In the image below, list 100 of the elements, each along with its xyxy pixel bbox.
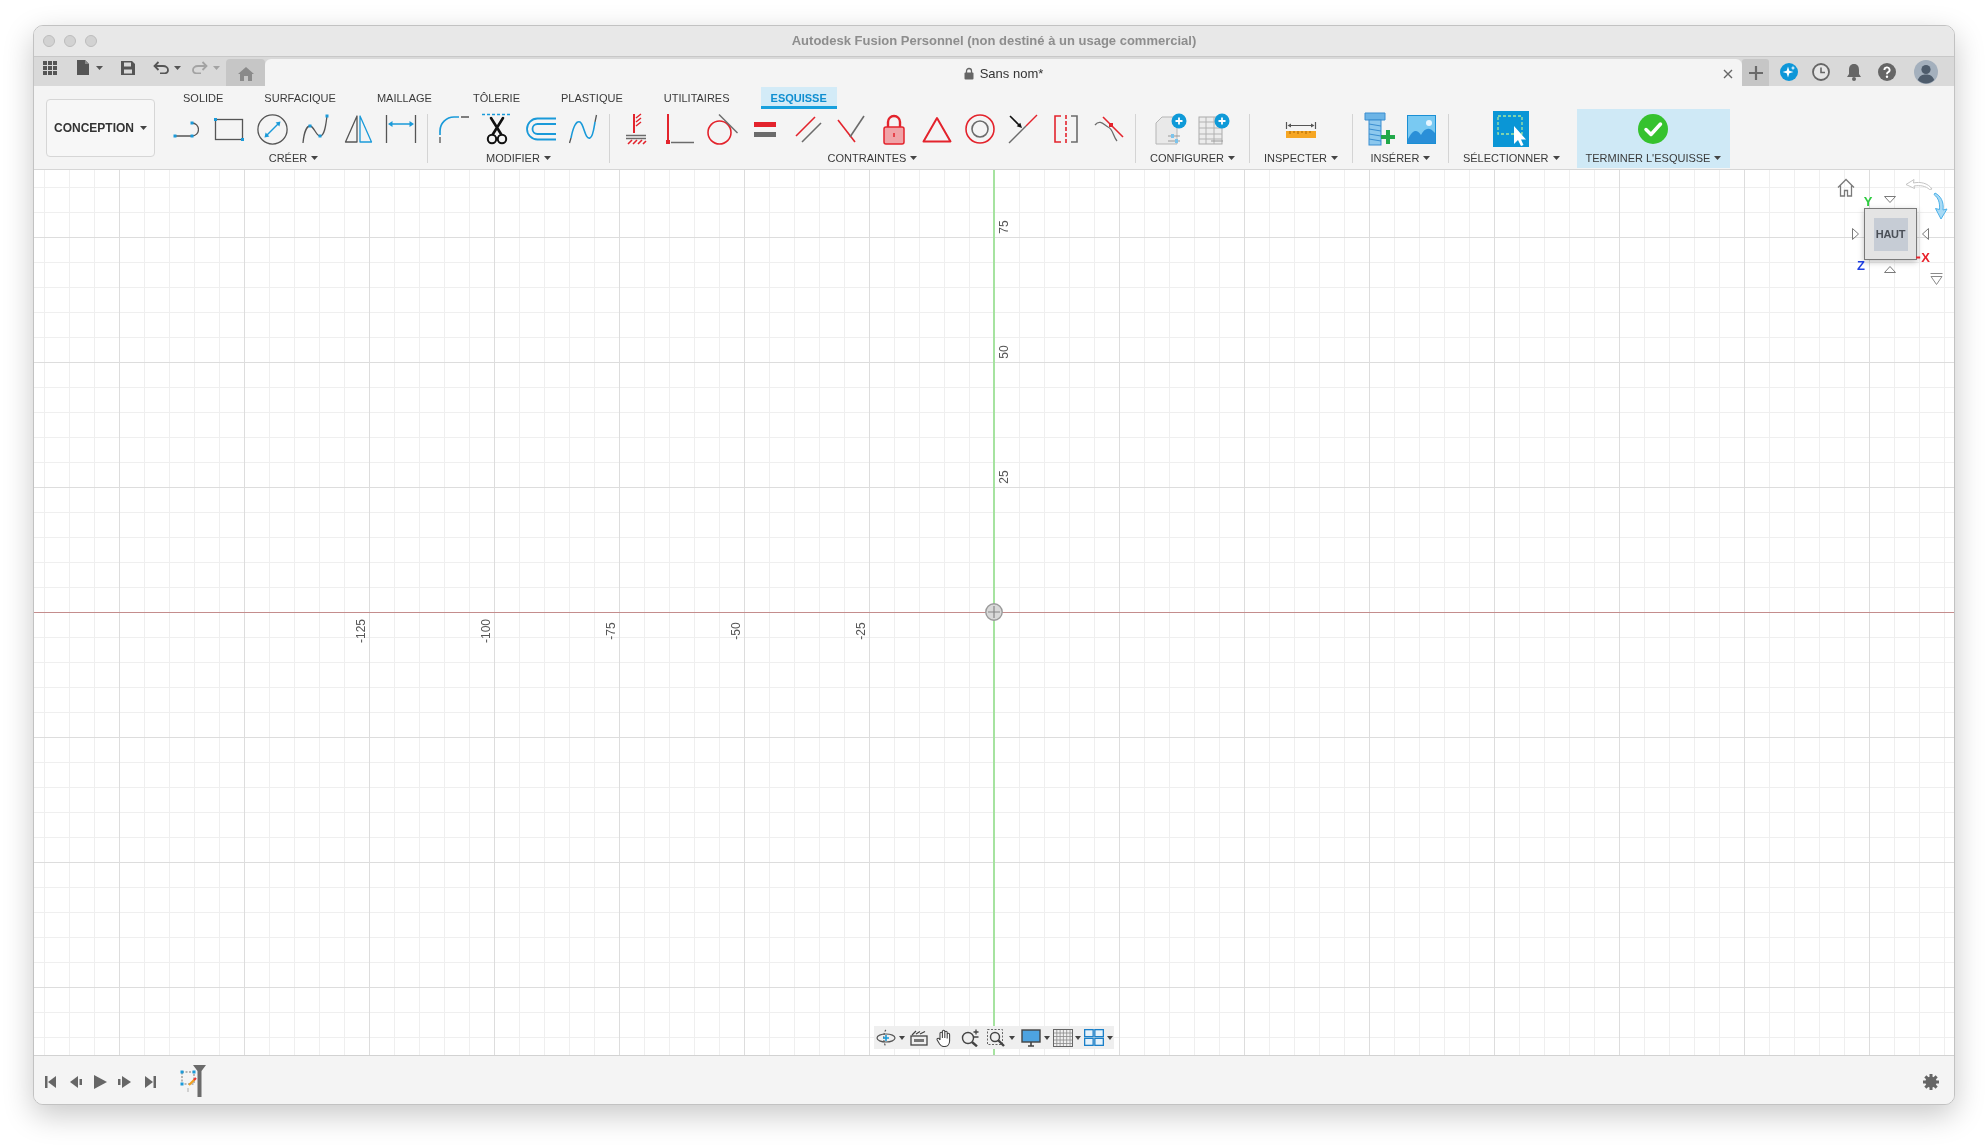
- caret-icon[interactable]: [1227, 156, 1235, 160]
- axis-tick-label: -75: [604, 622, 618, 640]
- look-at-icon[interactable]: [910, 1029, 928, 1046]
- dropdown-icon[interactable]: [1930, 273, 1943, 285]
- mirror-triangles-icon[interactable]: [343, 114, 373, 144]
- caret-icon[interactable]: [311, 156, 319, 160]
- play-icon[interactable]: [94, 1075, 107, 1089]
- ribbon-tab[interactable]: SOLIDE: [173, 87, 234, 109]
- hand-icon[interactable]: [936, 1028, 952, 1047]
- sparkle-badge-icon[interactable]: [1780, 63, 1798, 81]
- caret-icon[interactable]: [140, 126, 147, 130]
- caret-icon[interactable]: [1423, 156, 1431, 160]
- caret-icon[interactable]: [1075, 1035, 1081, 1040]
- view-cube[interactable]: HAUT: [1864, 208, 1917, 260]
- caret-icon[interactable]: [543, 156, 551, 160]
- perpendicular-lines-icon[interactable]: [837, 115, 865, 143]
- triangle-right-icon[interactable]: [1852, 228, 1859, 240]
- rectangle-icon[interactable]: [214, 117, 244, 141]
- ruler-icon[interactable]: [1284, 120, 1317, 138]
- step-back-icon[interactable]: [70, 1076, 82, 1088]
- caret-icon[interactable]: [1107, 1035, 1113, 1040]
- axis-tick-label: 75: [997, 220, 1011, 234]
- fillet-icon[interactable]: [438, 114, 470, 144]
- orbit-icon[interactable]: [876, 1028, 896, 1047]
- table-plus-badge-icon[interactable]: [1197, 113, 1230, 145]
- viewports-icon[interactable]: [1084, 1029, 1104, 1046]
- file-icon[interactable]: [77, 60, 89, 75]
- triangle-up-icon[interactable]: [1884, 266, 1896, 273]
- curve-cross-icon[interactable]: [1094, 116, 1124, 142]
- undo-icon[interactable]: [153, 61, 169, 74]
- right-angle-icon[interactable]: [664, 114, 694, 144]
- caret-icon[interactable]: [1044, 1035, 1050, 1040]
- caret-icon[interactable]: [1330, 156, 1338, 160]
- workspace-menu-button[interactable]: CONCEPTION: [46, 99, 155, 157]
- select-cursor-icon[interactable]: [1493, 111, 1530, 147]
- toolbar-menu-button[interactable]: CRÉER: [262, 151, 325, 165]
- save-icon[interactable]: [121, 60, 135, 75]
- toolbar-menu-button[interactable]: TERMINER L'ESQUISSE: [1579, 151, 1728, 165]
- triangle-down-icon[interactable]: [1884, 196, 1896, 203]
- arrow-to-line-icon[interactable]: [1008, 114, 1038, 144]
- home-icon[interactable]: [1837, 178, 1855, 197]
- caret-icon[interactable]: [1714, 156, 1722, 160]
- view-cube-face[interactable]: HAUT: [1873, 217, 1908, 251]
- ribbon-tab[interactable]: UTILITAIRES: [653, 87, 740, 109]
- caret-icon[interactable]: [910, 156, 918, 160]
- ribbon-tab[interactable]: MAILLAGE: [366, 87, 442, 109]
- toolbar-menu-button[interactable]: MODIFIER: [480, 151, 557, 165]
- circle-tangent-icon[interactable]: [706, 113, 738, 145]
- toolbar-menu-button[interactable]: CONTRAINTES: [821, 151, 924, 165]
- help-icon[interactable]: [1878, 63, 1896, 81]
- close-icon[interactable]: [1723, 69, 1733, 79]
- step-forward-icon[interactable]: [118, 1076, 131, 1088]
- triangle-left-icon[interactable]: [1922, 228, 1929, 240]
- clock-icon[interactable]: [1812, 63, 1830, 81]
- new-tab-button[interactable]: [1742, 59, 1769, 86]
- parallel-lines-icon[interactable]: [794, 115, 822, 143]
- bracket-dashed-line-icon[interactable]: [1053, 115, 1079, 143]
- finish-sketch-panel[interactable]: TERMINER L'ESQUISSE: [1576, 109, 1731, 168]
- skip-end-icon[interactable]: [145, 1076, 156, 1088]
- bell-icon[interactable]: [1846, 63, 1862, 81]
- wave-curve-icon[interactable]: [568, 114, 598, 144]
- ribbon-tab[interactable]: SURFACIQUE: [254, 87, 346, 109]
- bolt-plus-icon[interactable]: [1362, 112, 1396, 146]
- check-circle-icon[interactable]: [1638, 114, 1669, 144]
- zoom-window-icon[interactable]: [987, 1028, 1005, 1047]
- skip-start-icon[interactable]: [45, 1076, 56, 1088]
- image-icon[interactable]: [1407, 114, 1437, 144]
- monitor-icon[interactable]: [1021, 1028, 1041, 1047]
- sketch-feature-icon[interactable]: [180, 1070, 197, 1092]
- caret-icon[interactable]: [96, 65, 103, 70]
- timeline-marker-icon[interactable]: [193, 1065, 206, 1097]
- ribbon-tab[interactable]: PLASTIQUE: [551, 87, 633, 109]
- circle-diameter-icon[interactable]: [256, 113, 288, 145]
- spline-icon[interactable]: [301, 114, 329, 144]
- document-tab[interactable]: Sans nom*: [265, 59, 1742, 86]
- caret-icon[interactable]: [899, 1035, 905, 1040]
- concentric-circles-icon[interactable]: [965, 114, 995, 144]
- triangle-outline-icon[interactable]: [922, 115, 952, 143]
- lock-icon[interactable]: [883, 113, 905, 145]
- caret-icon[interactable]: [1009, 1035, 1015, 1040]
- zoom-icon[interactable]: [961, 1028, 980, 1047]
- toolbar-menu-button[interactable]: INSÉRER: [1364, 151, 1437, 165]
- caret-icon[interactable]: [174, 65, 181, 70]
- box-plus-badge-icon[interactable]: [1154, 113, 1187, 145]
- ribbon-tab[interactable]: TÔLERIE: [462, 87, 530, 109]
- equal-bars-icon[interactable]: [754, 121, 776, 137]
- line-arc-icon[interactable]: [173, 120, 199, 138]
- caret-icon[interactable]: [1552, 156, 1560, 160]
- offset-icon[interactable]: [524, 117, 556, 141]
- avatar-icon[interactable]: [1914, 60, 1938, 84]
- settings-icon[interactable]: [1923, 1074, 1939, 1090]
- scissors-icon[interactable]: [482, 113, 512, 145]
- toolbar-menu-button[interactable]: INSPECTER: [1257, 151, 1344, 165]
- dimension-icon[interactable]: [385, 114, 417, 144]
- grid-icon[interactable]: [1053, 1028, 1073, 1047]
- hatched-ground-icon[interactable]: [625, 113, 647, 145]
- plus-icon[interactable]: [1748, 65, 1763, 80]
- toolbar-menu-button[interactable]: CONFIGURER: [1144, 151, 1241, 165]
- toolbar-menu-button[interactable]: SÉLECTIONNER: [1456, 151, 1566, 165]
- apps-grid-icon[interactable]: [43, 60, 57, 75]
